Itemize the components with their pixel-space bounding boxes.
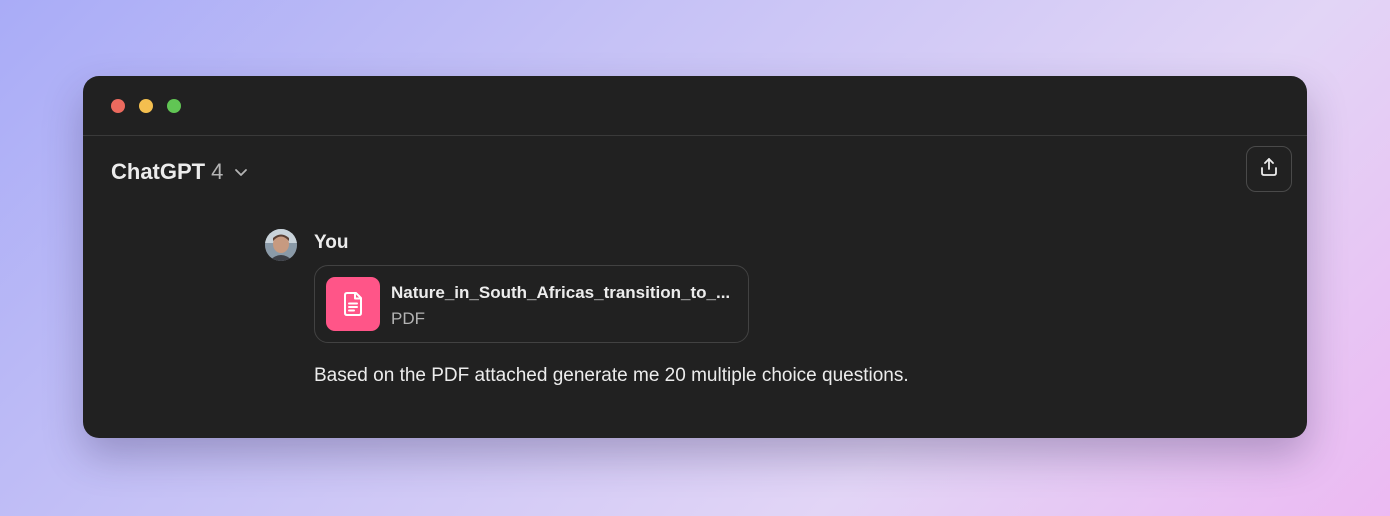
message-sender: You — [314, 232, 349, 253]
chevron-down-icon — [233, 164, 249, 180]
model-name: ChatGPT — [111, 159, 206, 184]
attachment-file-name: Nature_in_South_Africas_transition_to_..… — [391, 283, 731, 302]
maximize-window-button[interactable] — [167, 99, 181, 113]
title-bar — [83, 76, 1307, 136]
user-avatar — [265, 229, 297, 261]
document-icon — [326, 277, 380, 331]
share-button[interactable] — [1246, 146, 1292, 192]
message-text: Based on the PDF attached generate me 20… — [314, 365, 909, 386]
pdf-attachment[interactable]: Nature_in_South_Africas_transition_to_..… — [314, 265, 749, 343]
model-selector[interactable]: ChatGPT 4 — [111, 156, 249, 188]
minimize-window-button[interactable] — [139, 99, 153, 113]
close-window-button[interactable] — [111, 99, 125, 113]
model-version: 4 — [211, 159, 224, 184]
share-upload-icon — [1258, 156, 1280, 183]
chat-window: ChatGPT 4 You Nature_in_South_Africas_tr… — [83, 76, 1307, 438]
attachment-file-type: PDF — [391, 309, 425, 328]
